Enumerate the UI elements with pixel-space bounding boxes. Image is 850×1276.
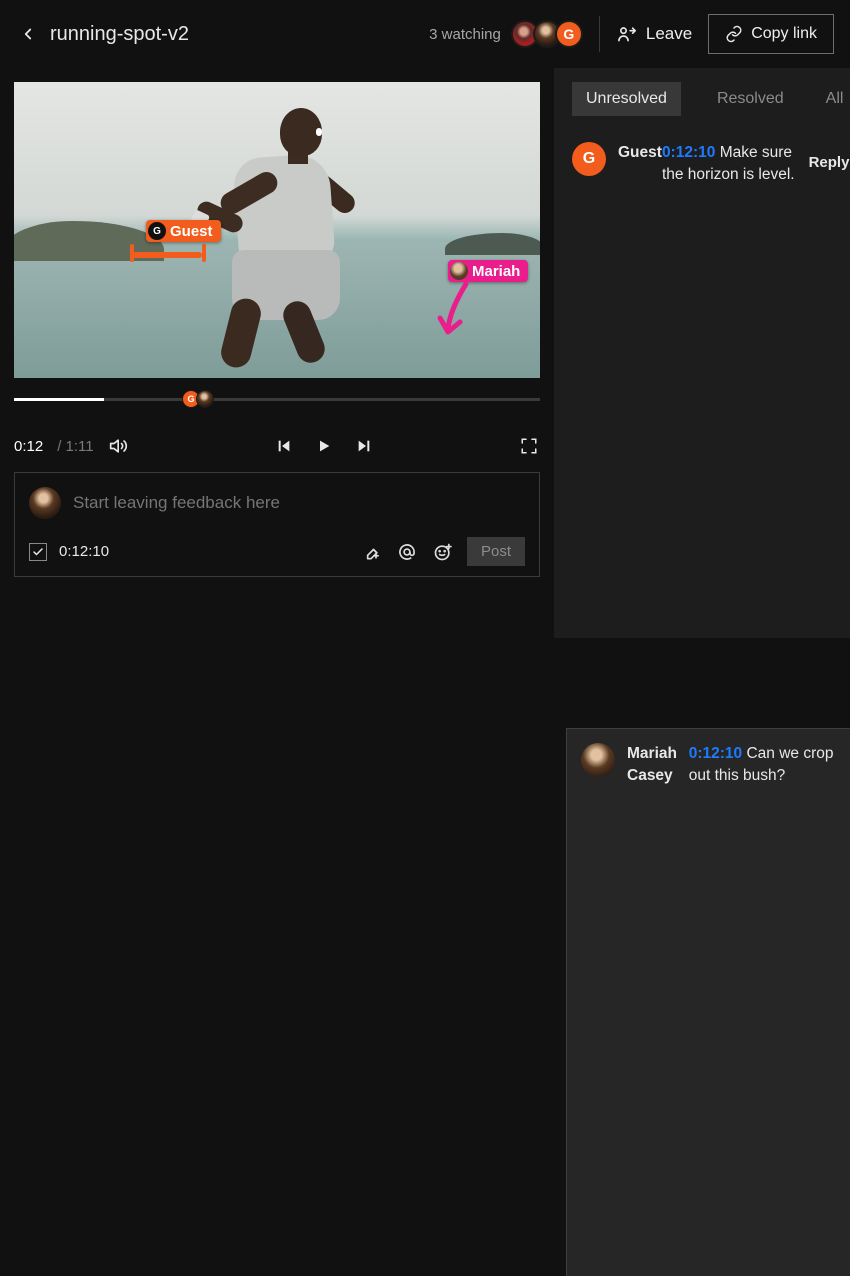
pencil-icon bbox=[361, 542, 381, 562]
comment-timestamp[interactable]: 0:12:10 bbox=[662, 144, 715, 161]
tab-unresolved[interactable]: Unresolved bbox=[572, 82, 681, 116]
feedback-composer: 0:12:10 Post bbox=[14, 472, 540, 577]
play-button[interactable] bbox=[313, 435, 335, 457]
comment-filter-tabs: Unresolved Resolved All bbox=[554, 68, 850, 126]
fullscreen-icon bbox=[520, 437, 538, 455]
leave-button[interactable]: Leave bbox=[616, 24, 692, 44]
video-viewport[interactable]: G Guest Mariah bbox=[14, 82, 540, 378]
comment-avatar bbox=[581, 743, 615, 777]
watcher-avatars: G bbox=[517, 20, 583, 48]
comment-timestamp[interactable]: 0:12:10 bbox=[689, 745, 742, 762]
scrubber[interactable]: G bbox=[14, 390, 540, 420]
prev-frame-icon bbox=[276, 438, 292, 454]
guest-avatar: G bbox=[555, 20, 583, 48]
check-icon bbox=[32, 546, 44, 558]
annotation-cursor-guest: G Guest bbox=[146, 220, 221, 242]
annotation-cursor-mariah: Mariah bbox=[448, 260, 528, 282]
comments-sidebar: Unresolved Resolved All G Guest 0:12:10 … bbox=[554, 68, 850, 638]
feedback-input[interactable] bbox=[73, 493, 525, 513]
draw-button[interactable] bbox=[359, 540, 383, 564]
divider bbox=[599, 16, 600, 52]
reply-button[interactable]: Reply bbox=[809, 152, 850, 712]
player-controls: 0:12 / 1:11 bbox=[14, 432, 540, 460]
next-frame-icon bbox=[356, 438, 372, 454]
emoji-button[interactable] bbox=[431, 540, 455, 564]
at-icon bbox=[397, 542, 417, 562]
watching-count: 3 watching bbox=[429, 26, 501, 43]
comment-author: Mariah Casey bbox=[627, 743, 689, 1276]
mariah-tag-label: Mariah bbox=[472, 263, 520, 280]
guest-tag-label: Guest bbox=[170, 223, 213, 240]
composer-timestamp: 0:12:10 bbox=[59, 543, 109, 560]
mariah-mini-avatar bbox=[450, 262, 468, 280]
tab-all[interactable]: All bbox=[820, 82, 850, 116]
copy-link-label: Copy link bbox=[751, 25, 817, 43]
emoji-plus-icon bbox=[433, 542, 453, 562]
composer-avatar bbox=[29, 487, 61, 519]
project-title: running-spot-v2 bbox=[50, 23, 189, 46]
current-time: 0:12 bbox=[14, 438, 43, 455]
next-frame-button[interactable] bbox=[353, 435, 375, 457]
annotation-tick bbox=[202, 244, 206, 262]
play-icon bbox=[316, 438, 332, 454]
link-icon bbox=[725, 25, 743, 43]
marker-avatar-mariah bbox=[196, 390, 214, 408]
comment-thread: Mariah Casey 0:12:10 Can we crop out thi… bbox=[566, 728, 850, 1276]
composer-post-button[interactable]: Post bbox=[467, 537, 525, 566]
volume-icon bbox=[109, 436, 129, 456]
comment-item[interactable]: Mariah Casey 0:12:10 Can we crop out thi… bbox=[567, 729, 850, 1276]
comment-avatar: G bbox=[572, 142, 606, 176]
leave-label: Leave bbox=[646, 24, 692, 44]
annotation-line bbox=[132, 252, 202, 258]
header-bar: running-spot-v2 3 watching G Leave Copy … bbox=[0, 0, 850, 68]
back-button[interactable] bbox=[16, 22, 40, 46]
leave-icon bbox=[616, 24, 636, 44]
duration: 1:11 bbox=[66, 438, 94, 455]
fullscreen-button[interactable] bbox=[518, 435, 540, 457]
volume-button[interactable] bbox=[108, 435, 130, 457]
comment-author: Guest bbox=[618, 142, 662, 708]
mention-button[interactable] bbox=[395, 540, 419, 564]
annotation-arrow bbox=[438, 282, 488, 342]
guest-mini-avatar: G bbox=[148, 222, 166, 240]
timestamp-checkbox[interactable] bbox=[29, 543, 47, 561]
tab-resolved[interactable]: Resolved bbox=[703, 82, 798, 116]
copy-link-button[interactable]: Copy link bbox=[708, 14, 834, 54]
prev-frame-button[interactable] bbox=[273, 435, 295, 457]
scrubber-marker[interactable]: G bbox=[182, 390, 214, 408]
